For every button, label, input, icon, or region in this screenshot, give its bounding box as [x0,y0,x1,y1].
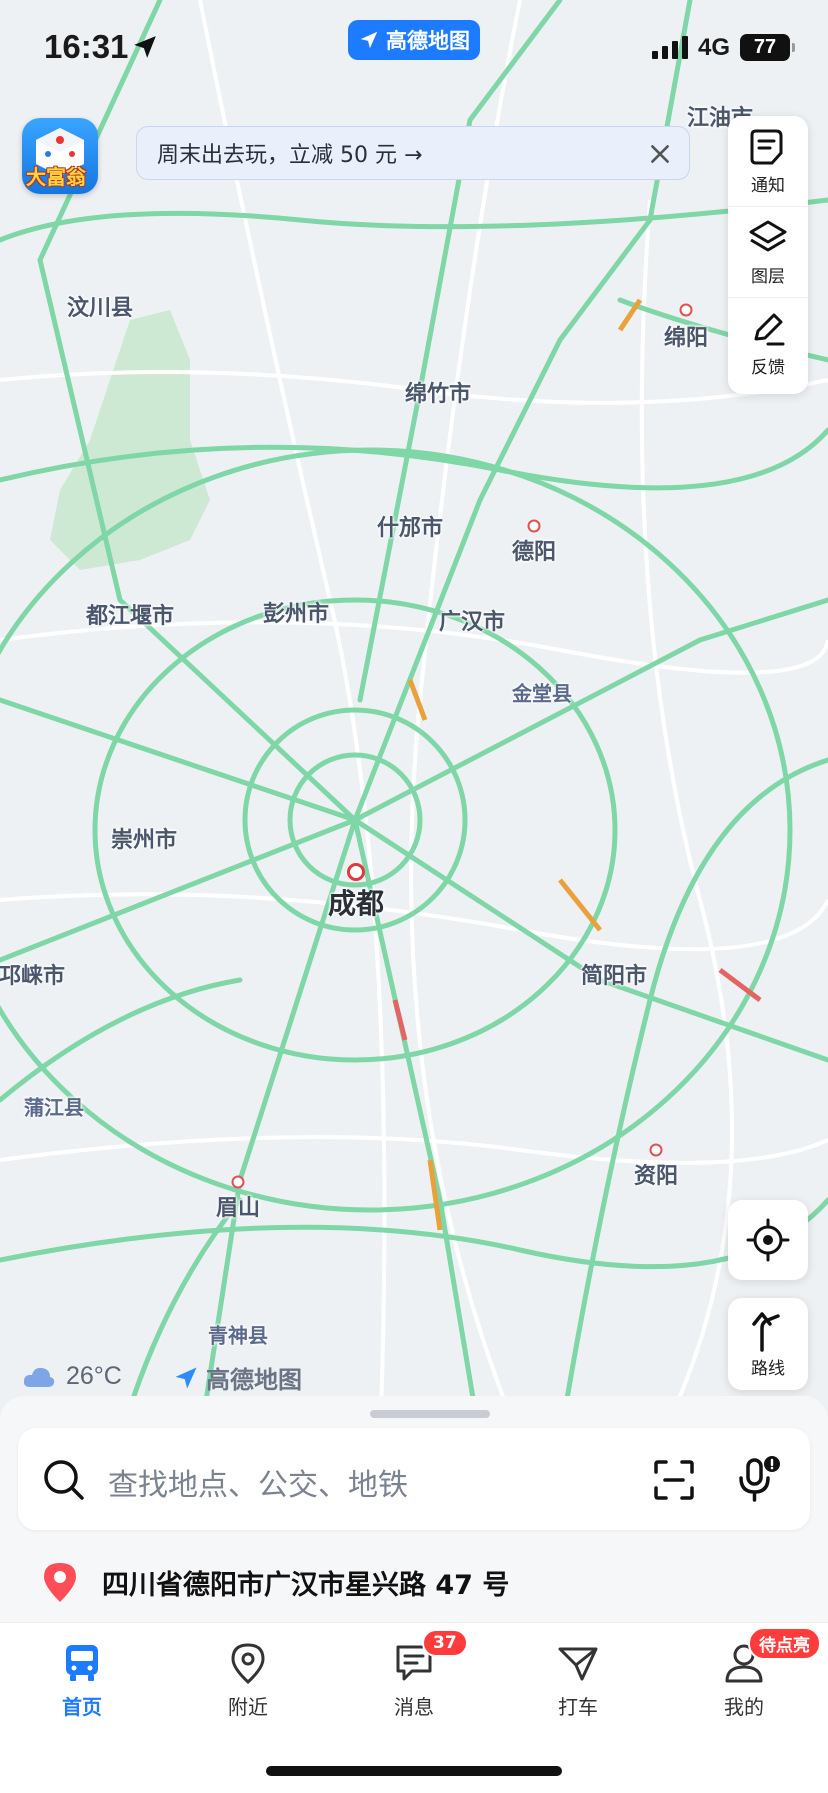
close-icon[interactable] [647,141,673,167]
map-label-chongzhou: 崇州市 [110,828,178,853]
game-label: 大富翁 [26,165,86,189]
route-arrow-icon [752,1311,780,1352]
cellular-signal-icon [652,36,688,59]
map-label-shifang: 什邡市 [376,516,444,541]
route-label: 路线 [751,1358,785,1379]
amap-logo-icon [360,31,378,49]
search-icon [44,1460,84,1500]
status-bar: 16:31 高德地图 4G 77 [0,0,828,96]
city-dot-ziyang [649,1143,663,1157]
sheet-drag-handle[interactable] [370,1410,490,1418]
location-arrow-icon [134,36,156,58]
messages-badge: 37 [422,1629,468,1657]
map-label-jintang: 金堂县 [512,681,572,706]
map-label-guanghan: 广汉市 [438,610,506,635]
crosshair-icon [746,1218,790,1262]
locate-me-button[interactable] [728,1200,808,1280]
layers-button[interactable]: 图层 [728,206,808,297]
map-label-mianzhu: 绵竹市 [404,382,472,407]
tab-taxi-label: 打车 [558,1695,598,1719]
notify-label: 通知 [751,175,785,196]
map-label-qionglai: 邛崃市 [0,964,66,989]
edit-pen-icon [754,313,785,345]
taxi-icon [558,1647,598,1681]
amap-brand: 高德地图 [172,1360,302,1395]
map-canvas[interactable] [0,0,828,1440]
route-button[interactable]: 路线 [728,1298,808,1390]
home-indicator[interactable] [266,1766,562,1776]
status-time: 16:31 [44,28,129,65]
mine-badge: 待点亮 [748,1627,821,1660]
tab-taxi[interactable]: 打车 [518,1641,638,1720]
app-indicator-pill[interactable]: 高德地图 [348,20,480,60]
map-label-wenchuan: 汶川县 [66,296,134,321]
microphone-icon[interactable] [734,1454,784,1504]
feedback-label: 反馈 [751,357,785,378]
search-input[interactable]: 查找地点、公交、地铁 [18,1428,810,1530]
map-label-deyang: 德阳 [511,540,557,565]
tab-nearby[interactable]: 附近 [188,1641,308,1720]
layers-icon [749,220,787,251]
cloud-icon [23,1367,55,1387]
layers-label: 图层 [751,266,785,287]
map-side-toolbar: 通知 图层 反馈 [728,116,808,394]
map-label-meishan: 眉山 [215,1196,261,1221]
weather-widget[interactable]: 26°C [22,1362,122,1391]
notification-doc-icon [750,129,783,164]
city-dot-meishan [231,1175,245,1189]
bus-icon [66,1645,98,1681]
game-promo-icon[interactable]: 大富翁 [22,118,98,194]
feedback-button[interactable]: 反馈 [728,297,808,388]
map-label-ziyang: 资阳 [633,1164,679,1189]
promo-text: 周末出去玩，立减 50 元 → [157,143,423,168]
current-address: 四川省德阳市广汉市星兴路 47 号 [102,1569,510,1601]
amap-logo-icon [175,1367,197,1388]
app-pill-label: 高德地图 [386,29,470,53]
city-dot-deyang [527,519,541,533]
network-type: 4G [698,34,731,61]
tab-home[interactable]: 首页 [22,1641,142,1720]
promo-banner[interactable]: 周末出去玩，立减 50 元 → [136,126,690,180]
map-label-dujiangyan: 都江堰市 [85,604,175,629]
weather-temperature: 26°C [66,1362,122,1390]
location-pin-icon [44,1563,76,1602]
current-location-row[interactable]: 四川省德阳市广汉市星兴路 47 号 [40,1560,509,1604]
tab-messages-label: 消息 [394,1695,434,1719]
map-label-chengdu: 成都 [327,887,385,920]
map-label-qingshen: 青神县 [208,1323,268,1348]
brand-label: 高德地图 [206,1366,302,1394]
pin-icon [231,1643,265,1685]
battery-level: 77 [753,36,777,58]
notify-button[interactable]: 通知 [728,116,808,206]
tab-mine-label: 我的 [724,1695,764,1719]
tab-nearby-label: 附近 [228,1695,268,1719]
battery-icon: 77 [740,34,795,61]
map-label-mianyang: 绵阳 [663,326,709,351]
scan-icon[interactable] [652,1458,696,1502]
tab-home-label: 首页 [62,1695,102,1719]
map-label-pujiang: 蒲江县 [24,1095,84,1120]
city-dot-chengdu [347,863,365,881]
map-label-jianyang: 简阳市 [580,964,648,989]
map-label-pengzhou: 彭州市 [262,602,330,627]
city-dot-mianyang [679,303,693,317]
search-placeholder: 查找地点、公交、地铁 [108,1468,408,1503]
